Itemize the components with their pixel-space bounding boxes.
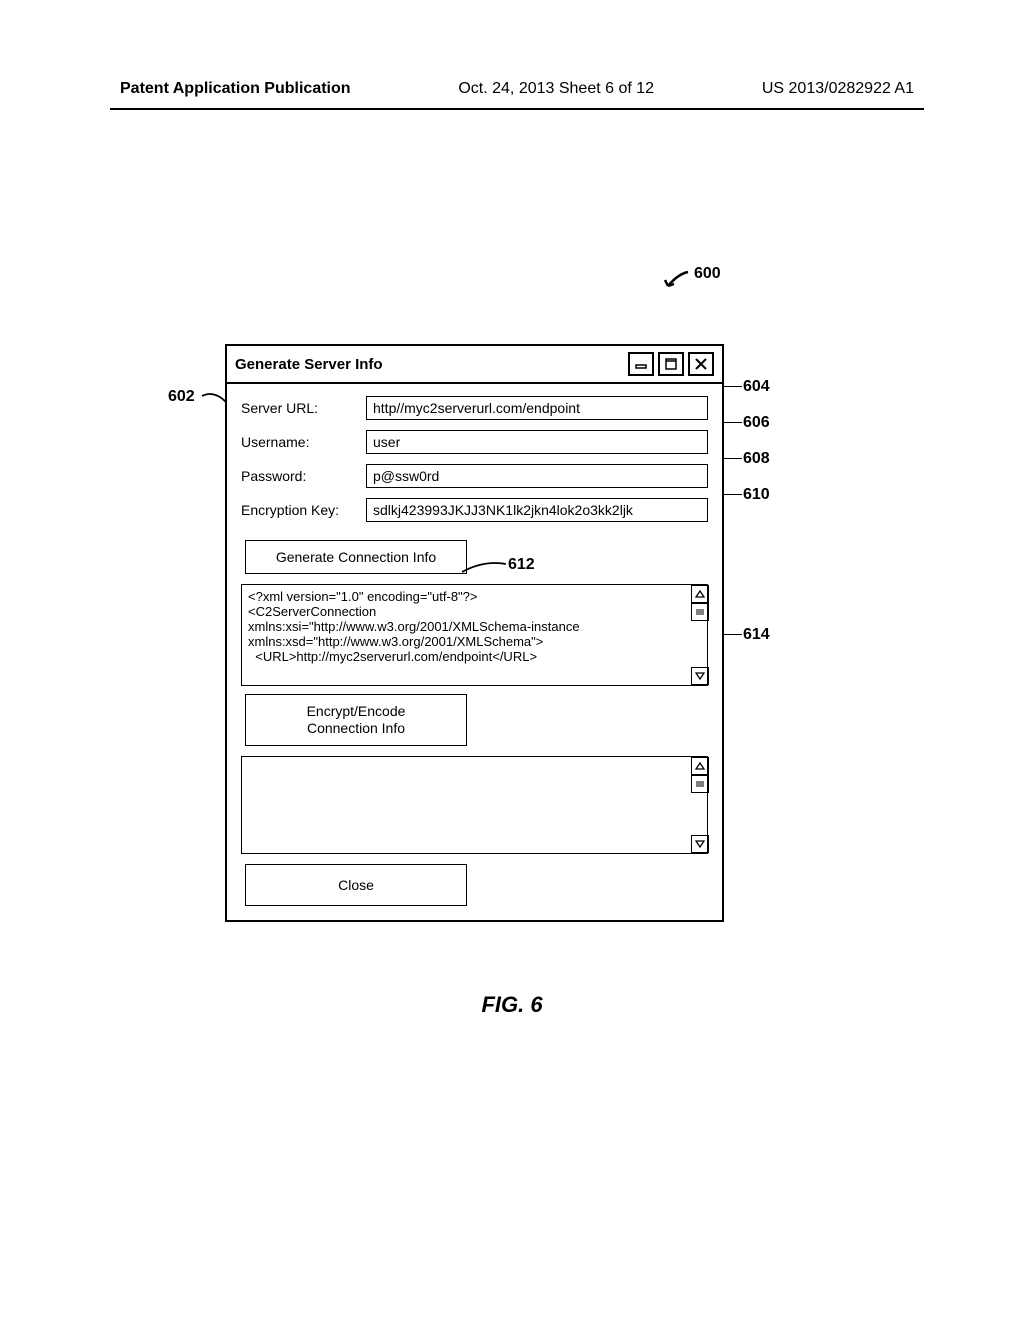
leader-610 [722,494,742,495]
page-header: Patent Application Publication Oct. 24, … [120,80,914,98]
callout-612: 612 [508,556,535,574]
close-window-button[interactable] [688,352,714,376]
row-password: Password: [241,464,708,488]
generate-button[interactable]: Generate Connection Info [245,540,467,574]
header-sheet: Oct. 24, 2013 Sheet 6 of 12 [458,80,654,98]
figure-caption: FIG. 6 [0,992,1024,1018]
form-area: Server URL: Username: Password: Encrypti… [227,384,722,534]
leader-604 [722,386,742,387]
input-encryption-key[interactable] [366,498,708,522]
row-username: Username: [241,430,708,454]
callout-610: 610 [743,486,770,504]
leader-612 [460,558,510,576]
callout-606: 606 [743,414,770,432]
figure-arrow-icon [660,268,692,292]
leader-602 [200,388,230,408]
callout-614: 614 [743,626,770,644]
callout-602: 602 [168,388,195,406]
xml-output-wrap: <?xml version="1.0" encoding="utf-8"?> <… [241,584,708,686]
encoded-output[interactable] [241,756,708,854]
row-encryption-key: Encryption Key: [241,498,708,522]
scroll-down-icon[interactable] [691,835,709,853]
label-password: Password: [241,468,366,484]
encoded-scrollbar[interactable] [691,757,707,853]
scroll-up-icon[interactable] [691,757,709,775]
label-encryption-key: Encryption Key: [241,502,366,518]
window-title: Generate Server Info [235,356,383,373]
minimize-button[interactable] [628,352,654,376]
titlebar: Generate Server Info [227,346,722,384]
encrypt-button[interactable]: Encrypt/Encode Connection Info [245,694,467,746]
label-username: Username: [241,434,366,450]
input-username[interactable] [366,430,708,454]
close-icon [695,358,707,370]
maximize-icon [665,358,677,370]
input-password[interactable] [366,464,708,488]
input-server-url[interactable] [366,396,708,420]
minimize-icon [635,359,647,369]
leader-614 [722,634,742,635]
callout-604: 604 [743,378,770,396]
header-publication: Patent Application Publication [120,80,351,98]
maximize-button[interactable] [658,352,684,376]
xml-scrollbar[interactable] [691,585,707,685]
encoded-output-wrap [241,756,708,854]
row-server-url: Server URL: [241,396,708,420]
header-rule [110,108,924,110]
callout-600: 600 [694,265,721,283]
xml-output[interactable]: <?xml version="1.0" encoding="utf-8"?> <… [241,584,708,686]
scroll-down-icon[interactable] [691,667,709,685]
label-server-url: Server URL: [241,400,366,416]
window-controls [628,352,714,376]
app-window: Generate Server Info Server URL: Usernam… [225,344,724,922]
scroll-up-icon[interactable] [691,585,709,603]
callout-608: 608 [743,450,770,468]
leader-608 [722,458,742,459]
scroll-thumb-icon[interactable] [691,603,709,621]
close-button[interactable]: Close [245,864,467,906]
leader-606 [722,422,742,423]
scroll-thumb-icon[interactable] [691,775,709,793]
header-docnum: US 2013/0282922 A1 [762,80,914,98]
